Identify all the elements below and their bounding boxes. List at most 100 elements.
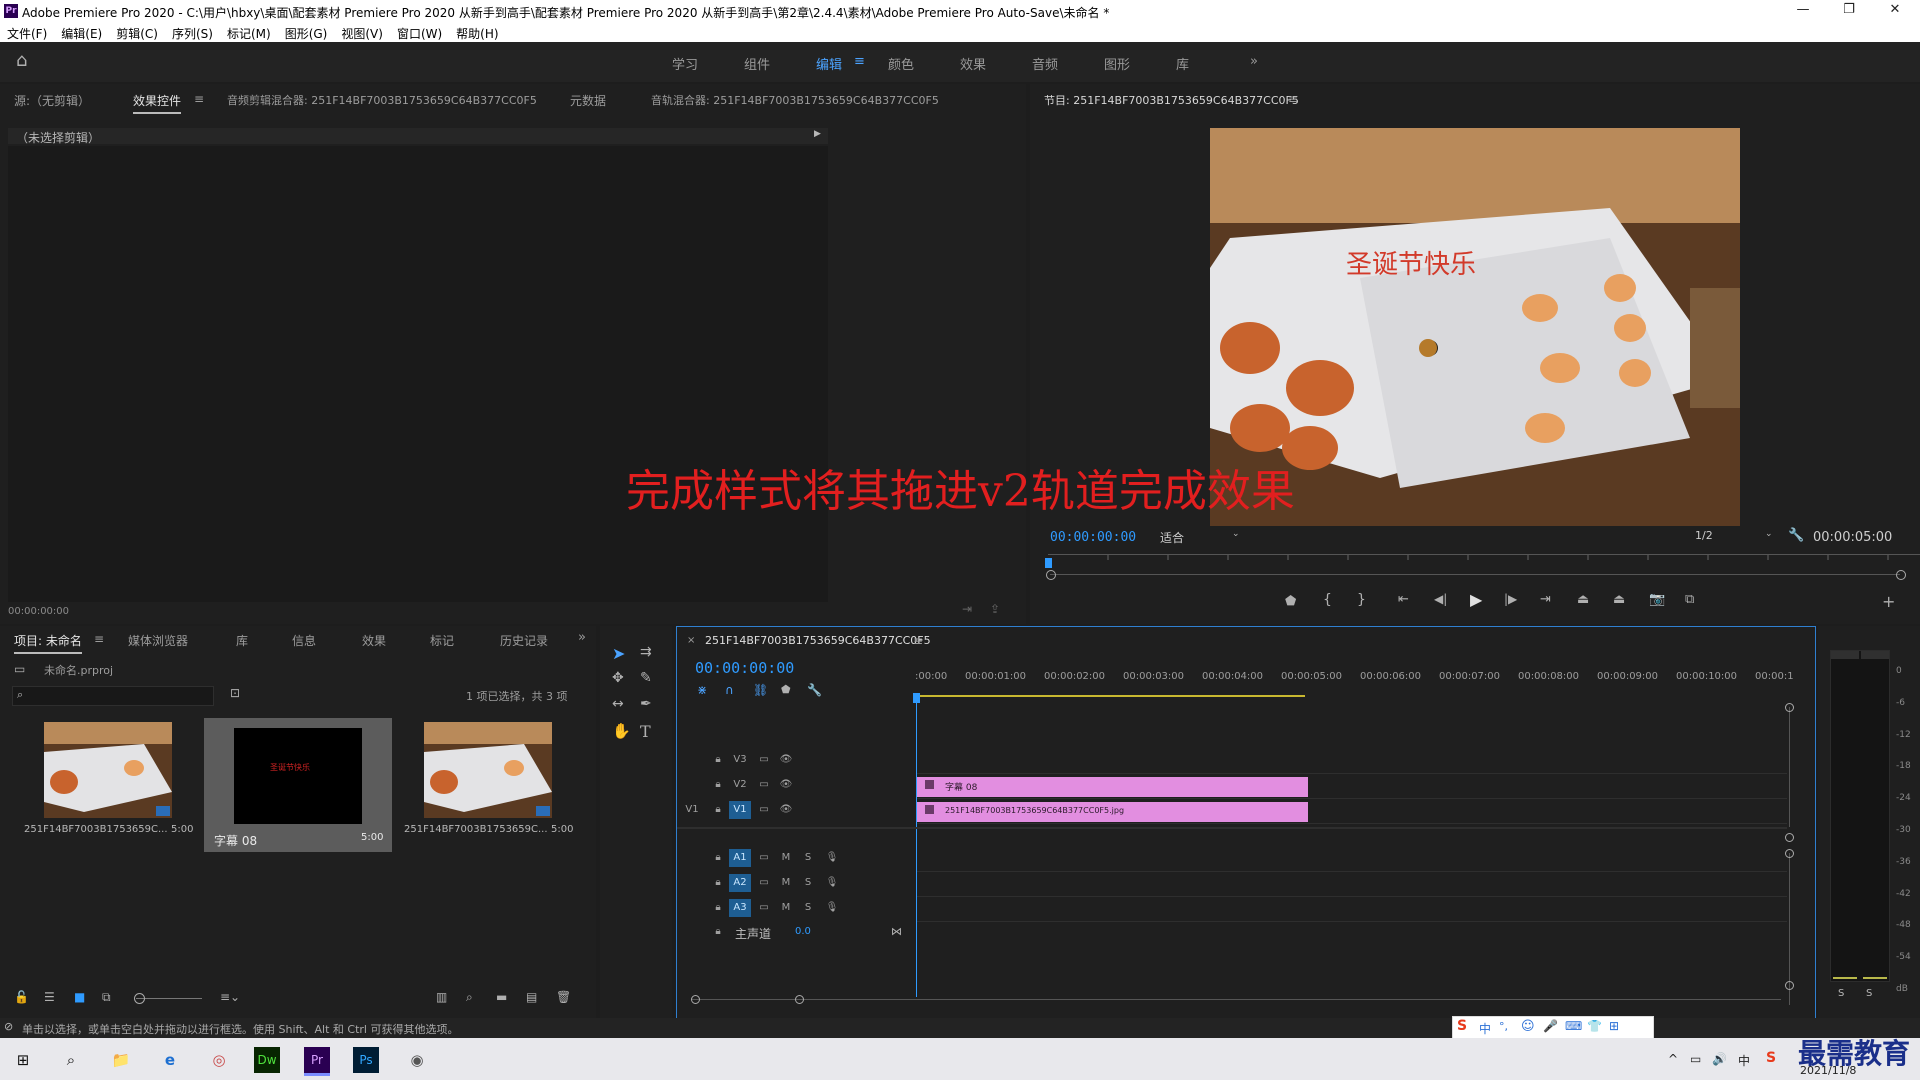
track-label-v2[interactable]: V2 [729,776,751,794]
icon-view-icon[interactable]: ■ [74,990,85,1004]
camera-icon[interactable]: 📷 [1649,592,1665,607]
lock-icon[interactable]: 🔒︎ [707,923,729,941]
skin-icon[interactable]: 👕 [1587,1019,1602,1033]
tab-menu-icon[interactable]: ≡ [194,92,204,106]
lock-icon[interactable]: 🔒︎ [707,874,729,892]
linked-selection-icon[interactable]: ⛓ [753,683,768,697]
expand-arrow-icon[interactable]: ▶ [814,129,821,139]
work-area-bar[interactable] [915,695,1305,697]
track-label-v3[interactable]: V3 [729,751,751,769]
zoom-scrollbar[interactable] [1050,574,1900,575]
tab-source[interactable]: 源:（无剪辑） [14,92,90,109]
volume-icon[interactable]: 🔊 [1712,1052,1727,1066]
tab-audio-clip-mixer[interactable]: 音频剪辑混合器: 251F14BF7003B1753659C64B377CC0F… [227,92,537,108]
track-label-v1[interactable]: V1 [729,801,751,819]
zoom-slider[interactable] [136,998,202,999]
ime-toolbar[interactable]: S 中 °, ☺ 🎤 ⌨ 👕 ⊞ [1452,1016,1654,1040]
track-label-a1[interactable]: A1 [729,849,751,867]
tab-project[interactable]: 项目: 未命名 [14,632,82,654]
eye-icon[interactable]: 👁 [775,776,797,794]
timeline-settings-icon[interactable]: 🔧 [807,683,822,697]
resolution-dropdown[interactable]: 1/2 ⌄ [1695,527,1777,545]
menu-graphics[interactable]: 图形(G) [278,22,335,42]
microphone-icon[interactable]: 🎙 [821,874,843,892]
emoji-icon[interactable]: ☺ [1521,1019,1535,1034]
go-to-edit-icon[interactable]: ⋈ [891,925,902,938]
sync-lock-icon[interactable]: ▭ [753,874,775,892]
solo-button[interactable]: S [797,874,819,892]
workspace-color[interactable]: 颜色 [888,54,914,73]
ime-chinese-mode[interactable]: 中 [1479,1020,1491,1037]
dreamweaver-icon[interactable]: Dw [254,1047,280,1073]
network-icon[interactable]: ▭ [1690,1052,1701,1066]
file-explorer-icon[interactable]: 📁 [106,1045,136,1075]
tab-info[interactable]: 信息 [292,632,316,649]
workspace-libraries[interactable]: 库 [1176,54,1189,73]
track-label-a3[interactable]: A3 [729,899,751,917]
go-to-in-icon[interactable]: ⇤ [1398,592,1409,607]
workspace-editing[interactable]: 编辑 [816,54,842,73]
track-label-a2[interactable]: A2 [729,874,751,892]
tab-history[interactable]: 历史记录 [500,632,548,649]
add-marker-icon[interactable]: ⬟ [1285,594,1296,609]
source-patch-v1[interactable]: V1 [681,801,703,819]
solo-right-button[interactable]: S [1866,988,1872,999]
freeform-view-icon[interactable]: ⧉ [102,990,111,1005]
sequence-tab[interactable]: 251F14BF7003B1753659C64B377CC0F5 [705,634,931,647]
mute-button[interactable]: M [775,899,797,917]
clock-date[interactable]: 2021/11/8 [1800,1064,1856,1077]
lock-icon[interactable]: 🔓 [14,990,29,1004]
zoom-handle-left[interactable] [1046,570,1056,580]
menu-sequence[interactable]: 序列(S) [165,22,220,42]
hand-tool-icon[interactable]: ✋ [612,722,631,740]
new-bin-icon[interactable]: ▬ [496,990,507,1004]
mute-button[interactable]: M [775,874,797,892]
zoom-slider-handle[interactable] [134,993,145,1004]
sequence-menu-icon[interactable]: ≡ [913,634,923,648]
wrench-icon[interactable]: 🔧 [1788,528,1804,543]
zoom-handle-right[interactable] [1896,570,1906,580]
go-to-out-icon[interactable]: ⇥ [1540,592,1551,607]
track-select-tool-icon[interactable]: ⇉ [640,644,652,660]
sogou-tray-icon[interactable]: S [1766,1050,1776,1066]
tab-audio-track-mixer[interactable]: 音轨混合器: 251F14BF7003B1753659C64B377CC0F5 [651,92,939,108]
menu-markers[interactable]: 标记(M) [220,22,278,42]
close-sequence-icon[interactable]: × [687,635,695,646]
project-menu-icon[interactable]: ≡ [94,632,104,646]
more-tabs-icon[interactable]: » [578,630,586,645]
home-icon[interactable]: ⌂ [16,50,27,71]
new-item-icon[interactable]: ▤ [526,990,537,1004]
video-vertical-scrollbar[interactable] [1789,707,1790,827]
app-icon[interactable]: ◎ [204,1045,234,1075]
workspace-learn[interactable]: 学习 [672,54,698,73]
tray-chevron-icon[interactable]: ^ [1668,1052,1678,1066]
snap-icon[interactable]: ∩ [725,683,734,697]
tab-metadata[interactable]: 元数据 [570,92,606,109]
project-item[interactable]: 251F14BF7003B1753659C... 5:00 [394,720,574,836]
zoom-handle-left[interactable] [691,995,700,1004]
photoshop-icon[interactable]: Ps [353,1047,379,1073]
trash-icon[interactable]: 🗑 [556,990,571,1004]
menu-view[interactable]: 视图(V) [334,22,390,42]
sync-lock-icon[interactable]: ▭ [753,751,775,769]
tab-markers[interactable]: 标记 [430,632,454,649]
timeline-clip-image[interactable]: 251F14BF7003B1753659C64B377CC0F5.jpg [917,802,1308,822]
ripple-edit-tool-icon[interactable]: ✥ [612,670,624,686]
project-item[interactable]: 251F14BF7003B1753659C... 5:00 [14,720,194,836]
nest-icon[interactable]: ⋇ [697,683,707,697]
timeline-horizontal-scrollbar[interactable] [691,999,1781,1000]
tab-effects[interactable]: 效果 [362,632,386,649]
menu-window[interactable]: 窗口(W) [390,22,449,42]
minimize-button[interactable]: — [1780,0,1826,22]
master-volume-value[interactable]: 0.0 [795,926,811,937]
workspace-more-icon[interactable]: » [1250,54,1258,69]
menu-help[interactable]: 帮助(H) [449,22,505,42]
workspace-graphics[interactable]: 图形 [1104,54,1130,73]
timeline-timecode[interactable]: 00:00:00:00 [695,659,794,677]
step-back-icon[interactable]: ◀| [1434,592,1447,606]
selection-tool-icon[interactable]: ➤ [612,644,625,663]
solo-button[interactable]: S [797,849,819,867]
timeline-clip-title[interactable]: 字幕 08 [917,777,1308,797]
ime-indicator[interactable]: 中 [1738,1052,1750,1069]
menu-file[interactable]: 文件(F) [0,22,54,42]
